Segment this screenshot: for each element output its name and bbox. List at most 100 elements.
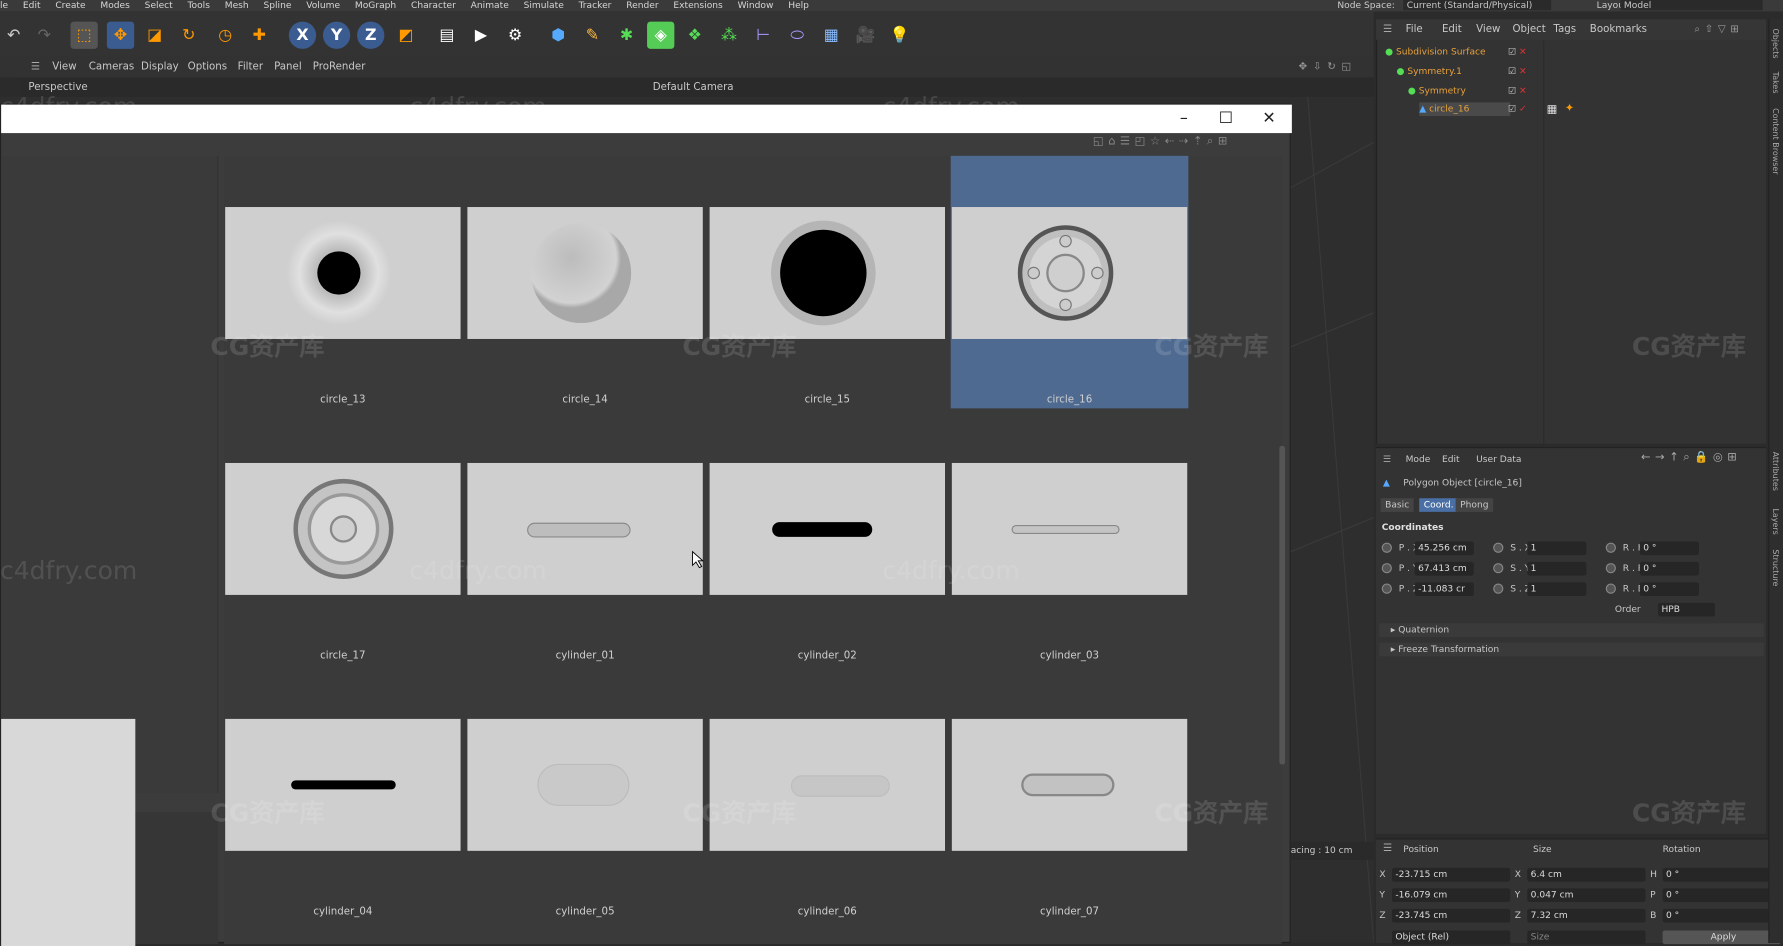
pen-icon[interactable]: ✎: [579, 22, 606, 49]
coord-size-select[interactable]: Size: [1527, 930, 1646, 945]
asset-thumbnail[interactable]: [467, 207, 703, 339]
menu-item-character[interactable]: Character: [411, 0, 456, 10]
field-icon[interactable]: ⊢: [749, 22, 776, 49]
keyframe-toggle[interactable]: [1605, 563, 1616, 574]
node-space-select[interactable]: Current (Standard/Physical): [1403, 0, 1552, 11]
coord-field-r-0[interactable]: 0 °: [1639, 541, 1699, 556]
attr-hamburger-icon[interactable]: ☰: [1383, 453, 1391, 467]
move-icon[interactable]: ✥: [106, 21, 135, 49]
tab-coord[interactable]: Coord.: [1419, 498, 1459, 512]
live-select-icon[interactable]: ⬚: [70, 21, 98, 49]
render-view-icon[interactable]: ▶: [467, 22, 494, 49]
order-select[interactable]: HPB: [1658, 602, 1715, 617]
objects-menu-edit[interactable]: Edit: [1442, 19, 1462, 39]
menu-item-extensions[interactable]: Extensions: [673, 0, 722, 10]
viewport-nav-icons[interactable]: ✥⇩↻◱: [1299, 57, 1357, 77]
scale-icon[interactable]: ◪: [141, 22, 168, 49]
visibility-toggle-icon[interactable]: ☑ ✕: [1508, 65, 1527, 79]
asset-item-cylinder_03[interactable]: cylinder_03: [951, 412, 1189, 665]
objects-menu-file[interactable]: File: [1406, 19, 1423, 39]
tag-checker-icon[interactable]: ▦: [1547, 104, 1558, 117]
coord-value-field[interactable]: -16.079 cm: [1391, 888, 1511, 903]
render-region-icon[interactable]: ▤: [433, 22, 460, 49]
coord-field-p-2[interactable]: -11.083 cr: [1414, 582, 1474, 597]
cube-icon[interactable]: ⬢: [545, 22, 572, 49]
coordinate-system-icon[interactable]: ◩: [392, 22, 419, 49]
viewport-menu-cameras[interactable]: Cameras: [89, 57, 135, 77]
side-tab-layers[interactable]: Layers: [1771, 508, 1780, 534]
menu-item-volume[interactable]: Volume: [306, 0, 340, 10]
asset-thumbnail[interactable]: [709, 207, 946, 339]
menu-item-mesh[interactable]: Mesh: [225, 0, 249, 10]
rotate-icon[interactable]: ↻: [175, 22, 202, 49]
viewport-menu-prorender[interactable]: ProRender: [313, 57, 366, 77]
asset-item-circle_17[interactable]: circle_17: [224, 412, 462, 665]
object-tree-item[interactable]: ● Subdivision Surface: [1385, 46, 1510, 60]
coord-value-field[interactable]: 7.32 cm: [1527, 908, 1646, 923]
menu-item-select[interactable]: Select: [145, 0, 173, 10]
viewport-menu-filter[interactable]: Filter: [238, 57, 263, 77]
menu-item-modes[interactable]: Modes: [100, 0, 130, 10]
objects-menu-bookmarks[interactable]: Bookmarks: [1590, 19, 1647, 39]
coord-field-p-1[interactable]: 67.413 cm: [1414, 561, 1474, 576]
menu-item-animate[interactable]: Animate: [471, 0, 509, 10]
x-axis-icon[interactable]: X: [288, 21, 317, 49]
camera-icon[interactable]: 🎥: [852, 22, 879, 49]
asset-item-cylinder_01[interactable]: cylinder_01: [466, 412, 704, 665]
menu-item-spline[interactable]: Spline: [263, 0, 291, 10]
side-tab-takes[interactable]: Takes: [1771, 72, 1780, 94]
minimize-icon[interactable]: –: [1163, 105, 1204, 133]
coord-value-field[interactable]: -23.715 cm: [1391, 867, 1511, 882]
asset-item-circle_16[interactable]: circle_16: [950, 155, 1189, 409]
layout-select[interactable]: Model: [1620, 0, 1763, 11]
asset-thumbnail[interactable]: [951, 718, 1188, 851]
side-tab-objects[interactable]: Objects: [1771, 28, 1780, 58]
coord-value-field[interactable]: 0 °: [1662, 888, 1781, 903]
side-tab-content-browser[interactable]: Content Browser: [1771, 108, 1780, 174]
deformer-icon[interactable]: ❖: [681, 22, 708, 49]
asset-thumbnail[interactable]: [225, 207, 461, 339]
floor-icon[interactable]: ▦: [818, 22, 845, 49]
coord-value-field[interactable]: 6.4 cm: [1527, 867, 1646, 882]
menu-item-simulate[interactable]: Simulate: [524, 0, 564, 10]
coord-field-r-1[interactable]: 0 °: [1639, 561, 1699, 576]
menu-item-tools[interactable]: Tools: [188, 0, 210, 10]
attr-menu-edit[interactable]: Edit: [1442, 453, 1460, 467]
undo-icon[interactable]: ↶: [0, 22, 27, 49]
y-axis-icon[interactable]: Y: [322, 21, 351, 49]
add-icon[interactable]: ✚: [246, 22, 273, 49]
menu-item-window[interactable]: Window: [738, 0, 774, 10]
side-tab-structure[interactable]: Structure: [1771, 549, 1780, 586]
menu-item-help[interactable]: Help: [788, 0, 809, 10]
coord-mode-select[interactable]: Object (Rel): [1391, 930, 1511, 945]
object-tree-item[interactable]: ● Symmetry.1: [1396, 65, 1510, 79]
viewport-menu-options[interactable]: Options: [188, 57, 227, 77]
keyframe-toggle[interactable]: [1493, 542, 1504, 553]
redo-icon[interactable]: ↷: [31, 22, 58, 49]
volume-icon[interactable]: ⬭: [784, 22, 811, 49]
menu-item-render[interactable]: Render: [626, 0, 658, 10]
recent-tools-icon[interactable]: ◷: [212, 22, 239, 49]
cloner-icon[interactable]: ⁂: [715, 22, 742, 49]
quaternion-section[interactable]: ▸ Quaternion: [1379, 623, 1764, 637]
keyframe-toggle[interactable]: [1381, 563, 1392, 574]
object-tree-item[interactable]: ● Symmetry: [1408, 84, 1510, 98]
objects-menu-object[interactable]: Object: [1512, 19, 1545, 39]
viewport-menu-display[interactable]: Display: [141, 57, 179, 77]
menu-item-le[interactable]: le: [0, 0, 8, 10]
freeze-section[interactable]: ▸ Freeze Transformation: [1379, 642, 1764, 657]
menu-item-edit[interactable]: Edit: [23, 0, 41, 10]
objects-search-icons[interactable]: ⌕⇧▽⊞: [1694, 19, 1743, 39]
z-axis-icon[interactable]: Z: [357, 21, 385, 49]
keyframe-toggle[interactable]: [1381, 542, 1392, 553]
keyframe-toggle[interactable]: [1605, 542, 1616, 553]
tag-phong-icon[interactable]: ✦: [1565, 102, 1575, 115]
asset-item-circle_14[interactable]: circle_14: [466, 156, 704, 409]
coord-field-s-2[interactable]: 1: [1527, 582, 1587, 597]
visibility-toggle-icon[interactable]: ☑ ✓: [1508, 102, 1527, 116]
light-icon[interactable]: 💡: [886, 22, 913, 49]
asset-item-circle_15[interactable]: circle_15: [708, 156, 946, 409]
keyframe-toggle[interactable]: [1493, 583, 1504, 594]
viewport-menu-panel[interactable]: Panel: [274, 57, 302, 77]
side-tab-attributes[interactable]: Attributes: [1771, 452, 1780, 491]
